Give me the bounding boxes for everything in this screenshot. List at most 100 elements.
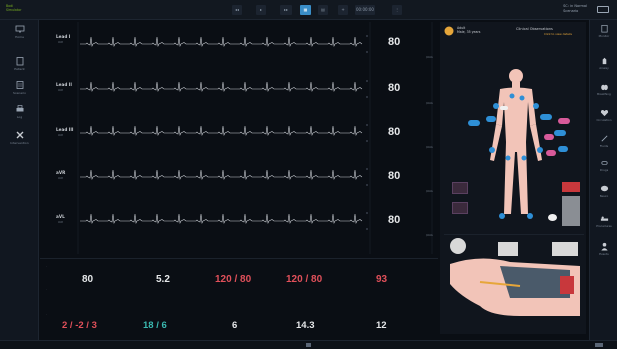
vital-temp[interactable]: 14.3 [296, 320, 315, 331]
sidebar-item-procedures[interactable]: Procedures [593, 212, 615, 236]
left-sidebar: Home Patient Scenario Log Intervention [0, 20, 39, 349]
ecg-trace-2 [80, 81, 363, 93]
patient-avatar-icon [444, 26, 454, 36]
lead-label-2: Lead II [56, 82, 72, 87]
top-bar: Bodi Simulator ◂◂ ▸ ▸▸ ▦ ▤ + 00:00:00 ⋮ … [0, 0, 617, 20]
vital-nibp[interactable]: 120 / 80 [215, 274, 251, 285]
hr-unit-2: /min [426, 101, 433, 105]
lead-label-5: aVL [56, 214, 65, 219]
settings-button[interactable]: ⋮ [392, 5, 402, 15]
lead-label-4: aVR [56, 170, 66, 175]
syringe-icon [600, 135, 608, 142]
lead-unit-2: mV [58, 88, 63, 92]
grid-view-button[interactable]: ▤ [318, 5, 328, 15]
heart-icon [600, 110, 608, 117]
breathing-indicator[interactable] [452, 202, 468, 214]
hr-unit-5: /min [426, 233, 433, 237]
pain-indicator[interactable] [452, 182, 468, 194]
sidebar-item-label: Monitor [598, 34, 610, 38]
sidebar-item-intervention[interactable]: Intervention [4, 128, 35, 154]
sidebar-item-label: Neuro [599, 194, 609, 198]
patient-panel: Adult Male, 35 years Clinical Observatio… [440, 22, 586, 334]
scenario-status-line-2: Scenario [563, 9, 579, 13]
airway-view [450, 238, 580, 316]
vital-etco2[interactable]: 5.2 [156, 274, 170, 285]
sidebar-item-label: Events [599, 252, 609, 256]
vital-pap[interactable]: 18 / 6 [143, 320, 167, 331]
observations-title: Clinical Observations [516, 27, 553, 31]
expand-handle[interactable] [306, 343, 311, 347]
sidebar-item-fluids[interactable]: Fluids [593, 132, 615, 156]
ecg-waveform-canvas [77, 22, 433, 254]
app-logo: Bodi Simulator [6, 4, 54, 16]
brain-icon [600, 185, 608, 192]
sidebar-item-label: Intervention [10, 141, 29, 145]
sidebar-item-scenario[interactable]: Scenario [4, 78, 35, 104]
sidebar-item-monitor[interactable]: Monitor [593, 22, 615, 46]
bed-icon [600, 216, 608, 221]
observations-link[interactable]: Click to view details [544, 32, 572, 36]
vital-icp[interactable]: 12 [376, 320, 387, 331]
vital-hr[interactable]: 80 [82, 274, 93, 285]
pill-icon [600, 161, 608, 165]
fluid-level-bar [562, 196, 580, 226]
sidebar-item-log[interactable]: Log [4, 102, 35, 128]
rewind-button[interactable]: ◂◂ [232, 5, 242, 15]
hand-icon [602, 57, 606, 65]
vital-cvp[interactable]: 2 / -2 / 3 [62, 320, 97, 331]
sidebar-item-label: Scenario [12, 91, 27, 95]
sidebar-item-label: Breathing [597, 92, 611, 96]
brand-line-2: Simulator [6, 8, 22, 12]
ecg-trace-3 [80, 125, 363, 137]
hr-unit-3: /min [426, 145, 433, 149]
bottom-bar [0, 340, 617, 349]
monitor-icon [15, 25, 24, 33]
vitals-panel: 80 5.2 120 / 80 120 / 80 93 2 / -2 / 3 1… [40, 258, 438, 340]
sidebar-item-events[interactable]: Events [593, 240, 615, 264]
sidebar-item-label: Circulation [596, 118, 612, 122]
vital-abp[interactable]: 120 / 80 [286, 274, 322, 285]
doctor-icon [600, 242, 608, 251]
vital-label-marker: · [46, 264, 47, 268]
hr-unit-4: /min [426, 189, 433, 193]
monitor-view-button[interactable]: ▦ [300, 5, 311, 15]
play-button[interactable]: ▸ [256, 5, 266, 15]
time-display[interactable]: 00:00:00 [355, 5, 375, 15]
sidebar-item-neuro[interactable]: Neuro [593, 182, 615, 206]
sidebar-item-label: Fluids [599, 144, 609, 148]
sidebar-item-breathing[interactable]: Breathing [593, 80, 615, 104]
vital-rr[interactable]: 6 [232, 320, 237, 331]
right-sidebar: Monitor Airway Breathing Circulation Flu… [589, 20, 617, 349]
document-icon [16, 81, 23, 89]
alarm-indicator[interactable] [562, 182, 580, 192]
vital-spo2[interactable]: 93 [376, 274, 387, 285]
lead-label-3: Lead III [56, 127, 74, 132]
patient-info-line-2: Male, 35 years [457, 30, 481, 34]
sidebar-item-airway[interactable]: Airway [593, 54, 615, 78]
ecg-waveform-area: Lead I mV 80 /min Lead II mV 80 /min Lea… [40, 22, 440, 254]
vital-label-marker: · [46, 312, 47, 316]
clipboard-icon [16, 57, 23, 66]
corner-control[interactable] [595, 343, 603, 347]
vitals-divider [40, 258, 438, 259]
sidebar-item-drugs[interactable]: Drugs [593, 156, 615, 180]
lead-unit-5: mV [58, 220, 63, 224]
lead-unit-1: mV [58, 40, 63, 44]
speed-button[interactable]: ▸▸ [280, 5, 292, 15]
hr-value-5: 80 [388, 214, 401, 226]
add-button[interactable]: + [338, 5, 348, 15]
sidebar-item-home[interactable]: Home [4, 22, 35, 48]
hr-value-2: 80 [388, 82, 401, 94]
battery-icon [597, 6, 609, 13]
toggle-icon[interactable] [548, 214, 557, 221]
printer-icon [16, 105, 23, 112]
sidebar-item-label: Airway [599, 66, 609, 70]
vital-label-marker: · [46, 287, 47, 291]
lead-unit-4: mV [58, 176, 63, 180]
sidebar-item-label: Home [15, 35, 24, 39]
sidebar-item-circulation[interactable]: Circulation [593, 106, 615, 130]
sidebar-item-patient[interactable]: Patient [4, 54, 35, 80]
lead-unit-3: mV [58, 133, 63, 137]
sidebar-item-label: Drugs [599, 168, 609, 172]
ecg-trace-4 [80, 169, 363, 181]
